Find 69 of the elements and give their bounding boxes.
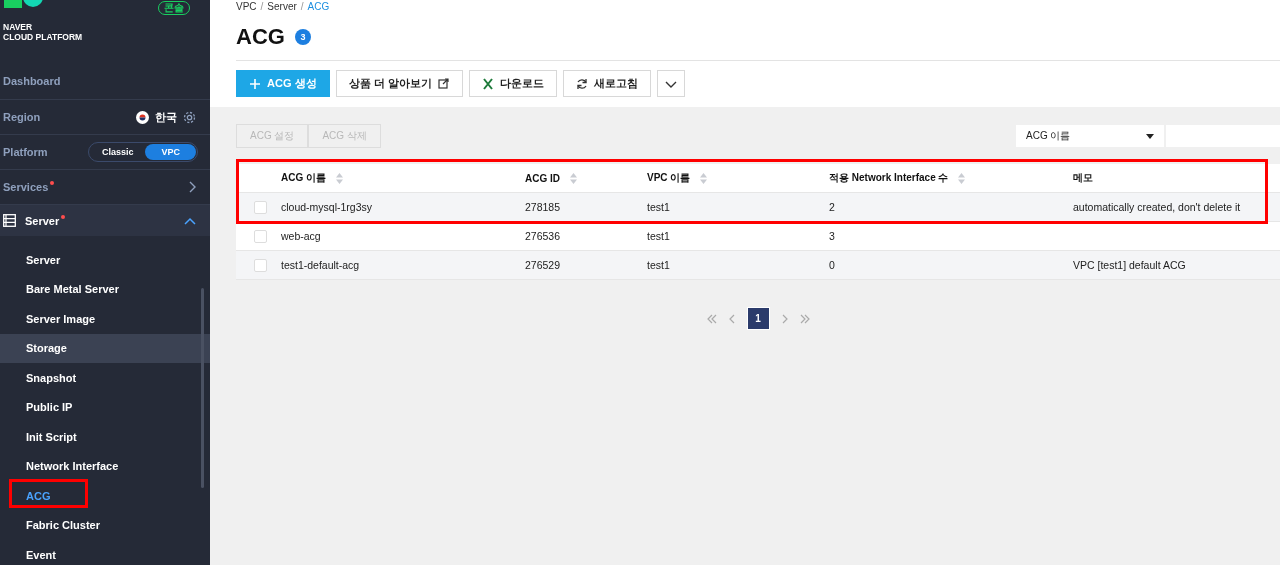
page-button[interactable]: 1 [746, 307, 770, 330]
nav-item[interactable]: Event [26, 548, 56, 561]
table-cell: 2 [829, 201, 835, 213]
hovered-row[interactable]: Storage [0, 333, 210, 363]
column-header[interactable]: ACG 이름 [281, 171, 326, 185]
column-header[interactable]: 적용 Network Interface 수 [829, 171, 949, 185]
table-cell: automatically created, don't delete it [1073, 201, 1241, 213]
excel-icon [481, 77, 494, 90]
filter-dropdown[interactable]: ACG 이름 [1016, 125, 1164, 147]
nav-label[interactable]: Region [3, 111, 136, 123]
nav-item[interactable]: Fabric Cluster [26, 519, 100, 532]
toolbar-button[interactable]: 다운로드 [468, 70, 557, 97]
row-checkbox[interactable] [254, 200, 267, 214]
table-cell: cloud-mysql-1rg3sy [281, 201, 373, 213]
nav-item[interactable]: Public IP [26, 401, 73, 414]
nav-item[interactable]: Snapshot [26, 371, 77, 384]
nav-item[interactable]: Bare Metal Server [26, 283, 119, 296]
previous-page-icon [728, 313, 735, 324]
count-badge: 3 [294, 28, 311, 45]
logo-text: NAVER CLOUD PLATFORM [3, 22, 83, 42]
table-cell: test1 [647, 201, 670, 213]
breadcrumb-link[interactable]: Server [267, 1, 297, 13]
nav-item[interactable]: Network Interface [26, 460, 119, 473]
nav-item[interactable]: ACG [26, 489, 51, 502]
scrollbar[interactable] [201, 288, 204, 488]
first-page-icon [706, 313, 717, 324]
next-page-icon [781, 313, 788, 324]
table-cell: 276536 [525, 230, 561, 242]
column-header[interactable]: ACG ID [525, 172, 560, 184]
nav-item[interactable]: Server Image [26, 312, 96, 325]
flag-icon [136, 110, 149, 124]
row-checkbox[interactable] [254, 258, 267, 272]
table-cell: VPC [test1] default ACG [1073, 259, 1186, 271]
column-header[interactable]: 메모 [1073, 171, 1093, 185]
plus-icon [249, 77, 261, 90]
breadcrumb-link[interactable]: ACG [307, 1, 330, 13]
column-header[interactable]: VPC 이름 [647, 171, 691, 185]
nav-item[interactable]: Storage [26, 342, 67, 355]
platform-option[interactable]: VPC [145, 144, 196, 160]
nav-label[interactable]: Dashboard [3, 74, 196, 87]
refresh-icon [575, 77, 588, 90]
table-cell: test1-default-acg [281, 259, 360, 271]
toolbar-button[interactable]: 상품 더 알아보기 [335, 70, 463, 97]
external-link-icon [437, 77, 450, 90]
platform-option[interactable]: Classic [89, 144, 146, 160]
nav-label[interactable]: Platform [3, 146, 88, 158]
settings-icon [183, 110, 196, 124]
table-cell: 3 [829, 230, 835, 242]
last-page-icon [799, 313, 810, 324]
table-cell: 278185 [525, 201, 561, 213]
toolbar-button[interactable]: 새로고침 [562, 70, 651, 97]
region-name: 한국 [155, 109, 177, 125]
caret-down-icon [1146, 133, 1154, 139]
page-title: ACG [236, 23, 285, 50]
more-button[interactable] [656, 70, 685, 97]
chevron-right-icon [188, 181, 196, 193]
table-cell: test1 [647, 259, 670, 271]
nav-item[interactable]: Init Script [26, 430, 77, 443]
nav-item[interactable]: Server [26, 253, 61, 266]
breadcrumb-separator: / [260, 1, 264, 13]
breadcrumb-separator: / [300, 1, 304, 13]
table-cell: 0 [829, 259, 835, 271]
server-icon [3, 214, 16, 227]
breadcrumb-link[interactable]: VPC [236, 1, 257, 13]
table-cell: 276529 [525, 259, 561, 271]
row-checkbox[interactable] [254, 229, 267, 243]
table-cell: web-acg [281, 230, 321, 242]
nav-label[interactable]: Services [3, 181, 188, 193]
table-cell: test1 [647, 230, 670, 242]
